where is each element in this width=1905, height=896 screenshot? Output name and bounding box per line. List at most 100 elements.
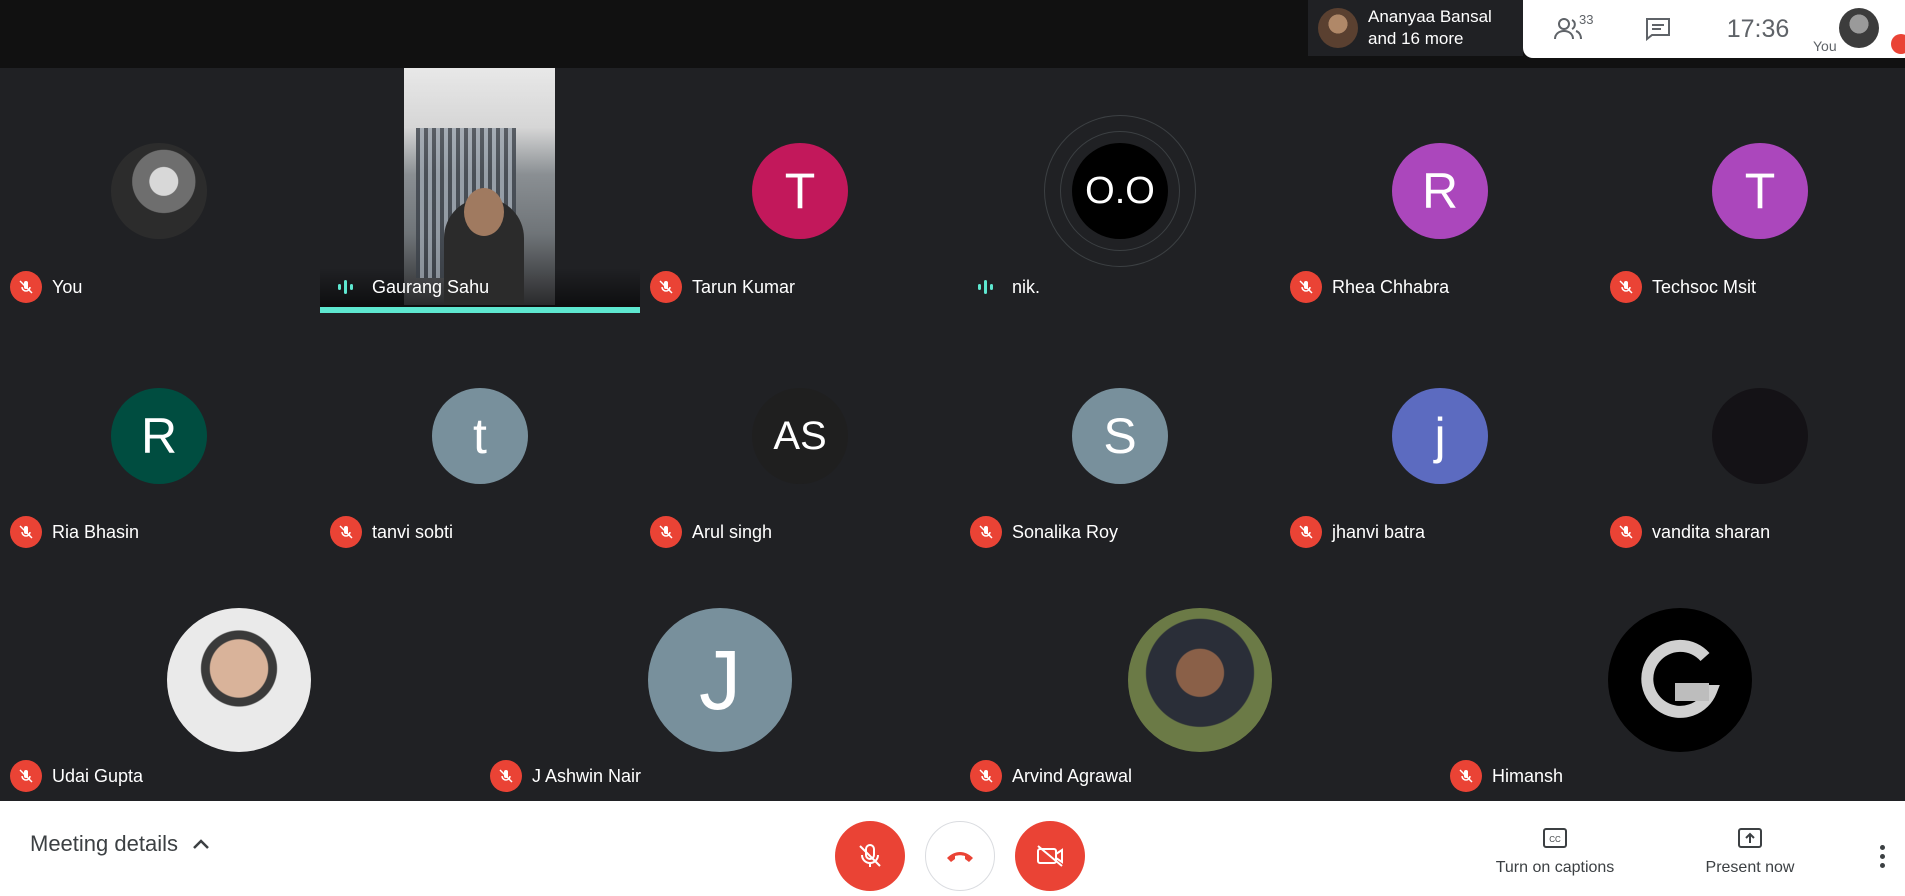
speaking-icon [330, 271, 362, 303]
participant-name: J Ashwin Nair [532, 765, 642, 786]
participant-name: Techsoc Msit [1652, 276, 1757, 297]
nameplate-tanvi: tanvi sobti [330, 516, 454, 548]
nameplate-techsoc: Techsoc Msit [1610, 271, 1757, 303]
participant-name: vandita sharan [1652, 521, 1771, 542]
meeting-details-label: Meeting details [30, 831, 178, 856]
mic-off-icon [859, 844, 881, 867]
nameplate-you: You [10, 271, 83, 303]
nameplate-vandita: vandita sharan [1610, 516, 1771, 548]
participant-name: Himansh [1492, 765, 1564, 786]
participant-name: Udai Gupta [52, 765, 144, 786]
participant-avatar-jhanvi: j [1392, 388, 1488, 484]
top-bar: Ananyaa Bansal and 16 more 33 17:36 You [0, 0, 1905, 68]
participant-name: tanvi sobti [372, 521, 454, 542]
chevron-up-icon [193, 839, 209, 849]
more-dot-icon [1879, 844, 1885, 850]
mic-off-icon [1610, 271, 1642, 303]
participant-avatar-tarun: T [752, 143, 848, 239]
participant-avatar-udai [167, 608, 311, 752]
participant-name: jhanvi batra [1332, 521, 1426, 542]
participant-name: Arul singh [692, 521, 773, 542]
participant-name: Gaurang Sahu [372, 276, 490, 297]
nameplate-gaurang: Gaurang Sahu [330, 272, 489, 302]
more-dot-icon [1879, 862, 1885, 868]
people-count: 33 [1579, 12, 1594, 27]
more-dot-icon [1879, 853, 1885, 859]
participant-grid: You Gaurang Sahu T Tarun Kumar O.O nik. … [0, 68, 1905, 801]
nameplate-sonalika: Sonalika Roy [970, 516, 1119, 548]
participant-name: Sonalika Roy [1012, 521, 1119, 542]
mic-off-icon [1450, 760, 1482, 792]
mic-off-icon [650, 516, 682, 548]
participant-avatar-techsoc: T [1712, 143, 1808, 239]
mic-off-icon [970, 516, 1002, 548]
mic-off-icon [10, 516, 42, 548]
nameplate-ria: Ria Bhasin [10, 516, 140, 548]
participant-avatar-himansh [1608, 608, 1752, 752]
nameplate-himansh: Himansh [1450, 760, 1564, 792]
mic-off-icon [490, 760, 522, 792]
participant-name: You [52, 276, 83, 297]
g-logo-icon [1641, 639, 1720, 718]
self-preview[interactable]: You [1813, 0, 1905, 58]
participant-avatar-ashwin: J [648, 608, 792, 752]
nameplate-nik: nik. [970, 272, 1040, 302]
mic-off-icon [1290, 271, 1322, 303]
presence-avatar [1318, 8, 1358, 48]
participant-avatar-rhea: R [1392, 143, 1488, 239]
more-options-button[interactable] [1870, 841, 1894, 871]
svg-text:CC: CC [1549, 835, 1561, 844]
bottom-control-bar: Meeting details CC Turn on captions Pres… [0, 801, 1905, 896]
mic-off-icon [330, 516, 362, 548]
presence-text: Ananyaa Bansal and 16 more [1368, 6, 1492, 50]
people-button[interactable]: 33 [1523, 0, 1613, 58]
participant-avatar-vandita [1712, 388, 1808, 484]
present-screen-icon [1738, 828, 1762, 848]
presence-more: and 16 more [1368, 29, 1464, 48]
participant-avatar-arvind [1128, 608, 1272, 752]
captions-label: Turn on captions [1495, 859, 1615, 876]
self-label: You [1813, 38, 1837, 54]
participant-avatar-you [111, 143, 207, 239]
nameplate-tarun: Tarun Kumar [650, 271, 795, 303]
meeting-details-button[interactable]: Meeting details [30, 831, 210, 857]
top-info-panel: 33 17:36 You [1523, 0, 1905, 58]
mic-off-icon [1610, 516, 1642, 548]
participant-video-gaurang [404, 68, 555, 305]
nameplate-arvind: Arvind Agrawal [970, 760, 1133, 792]
hang-up-icon [947, 852, 973, 862]
participant-name: nik. [1012, 276, 1041, 297]
presence-chip[interactable]: Ananyaa Bansal and 16 more [1308, 0, 1523, 56]
mic-off-icon [10, 271, 42, 303]
present-now-label: Present now [1705, 859, 1795, 876]
clock: 17:36 [1726, 14, 1790, 43]
camera-toggle-button[interactable] [1015, 821, 1085, 891]
speaking-icon [970, 271, 1002, 303]
nameplate-rhea: Rhea Chhabra [1290, 271, 1450, 303]
nameplate-jhanvi: jhanvi batra [1290, 516, 1426, 548]
chat-icon [1646, 18, 1670, 41]
camera-off-icon [1037, 845, 1063, 867]
mic-muted-indicator [1891, 34, 1905, 54]
video-person-head [464, 188, 504, 236]
present-now-button[interactable]: Present now [1680, 827, 1820, 877]
nameplate-arul: Arul singh [650, 516, 773, 548]
participant-name: Rhea Chhabra [1332, 276, 1450, 297]
captions-button[interactable]: CC Turn on captions [1480, 827, 1630, 877]
nameplate-udai: Udai Gupta [10, 760, 144, 792]
participant-avatar-ria: R [111, 388, 207, 484]
self-avatar [1839, 8, 1879, 48]
nameplate-ashwin: J Ashwin Nair [490, 760, 642, 792]
participant-avatar-sonalika: S [1072, 388, 1168, 484]
participant-name: Ria Bhasin [52, 521, 140, 542]
mic-off-icon [650, 271, 682, 303]
chat-button[interactable] [1613, 0, 1703, 58]
participant-name: Arvind Agrawal [1012, 765, 1133, 786]
microphone-toggle-button[interactable] [835, 821, 905, 891]
mic-off-icon [10, 760, 42, 792]
participant-avatar-tanvi: t [432, 388, 528, 484]
participant-avatar-nik: O.O [1072, 143, 1168, 239]
leave-call-button[interactable] [925, 821, 995, 891]
participant-avatar-arul: AS [752, 388, 848, 484]
closed-captions-icon: CC [1543, 828, 1567, 848]
